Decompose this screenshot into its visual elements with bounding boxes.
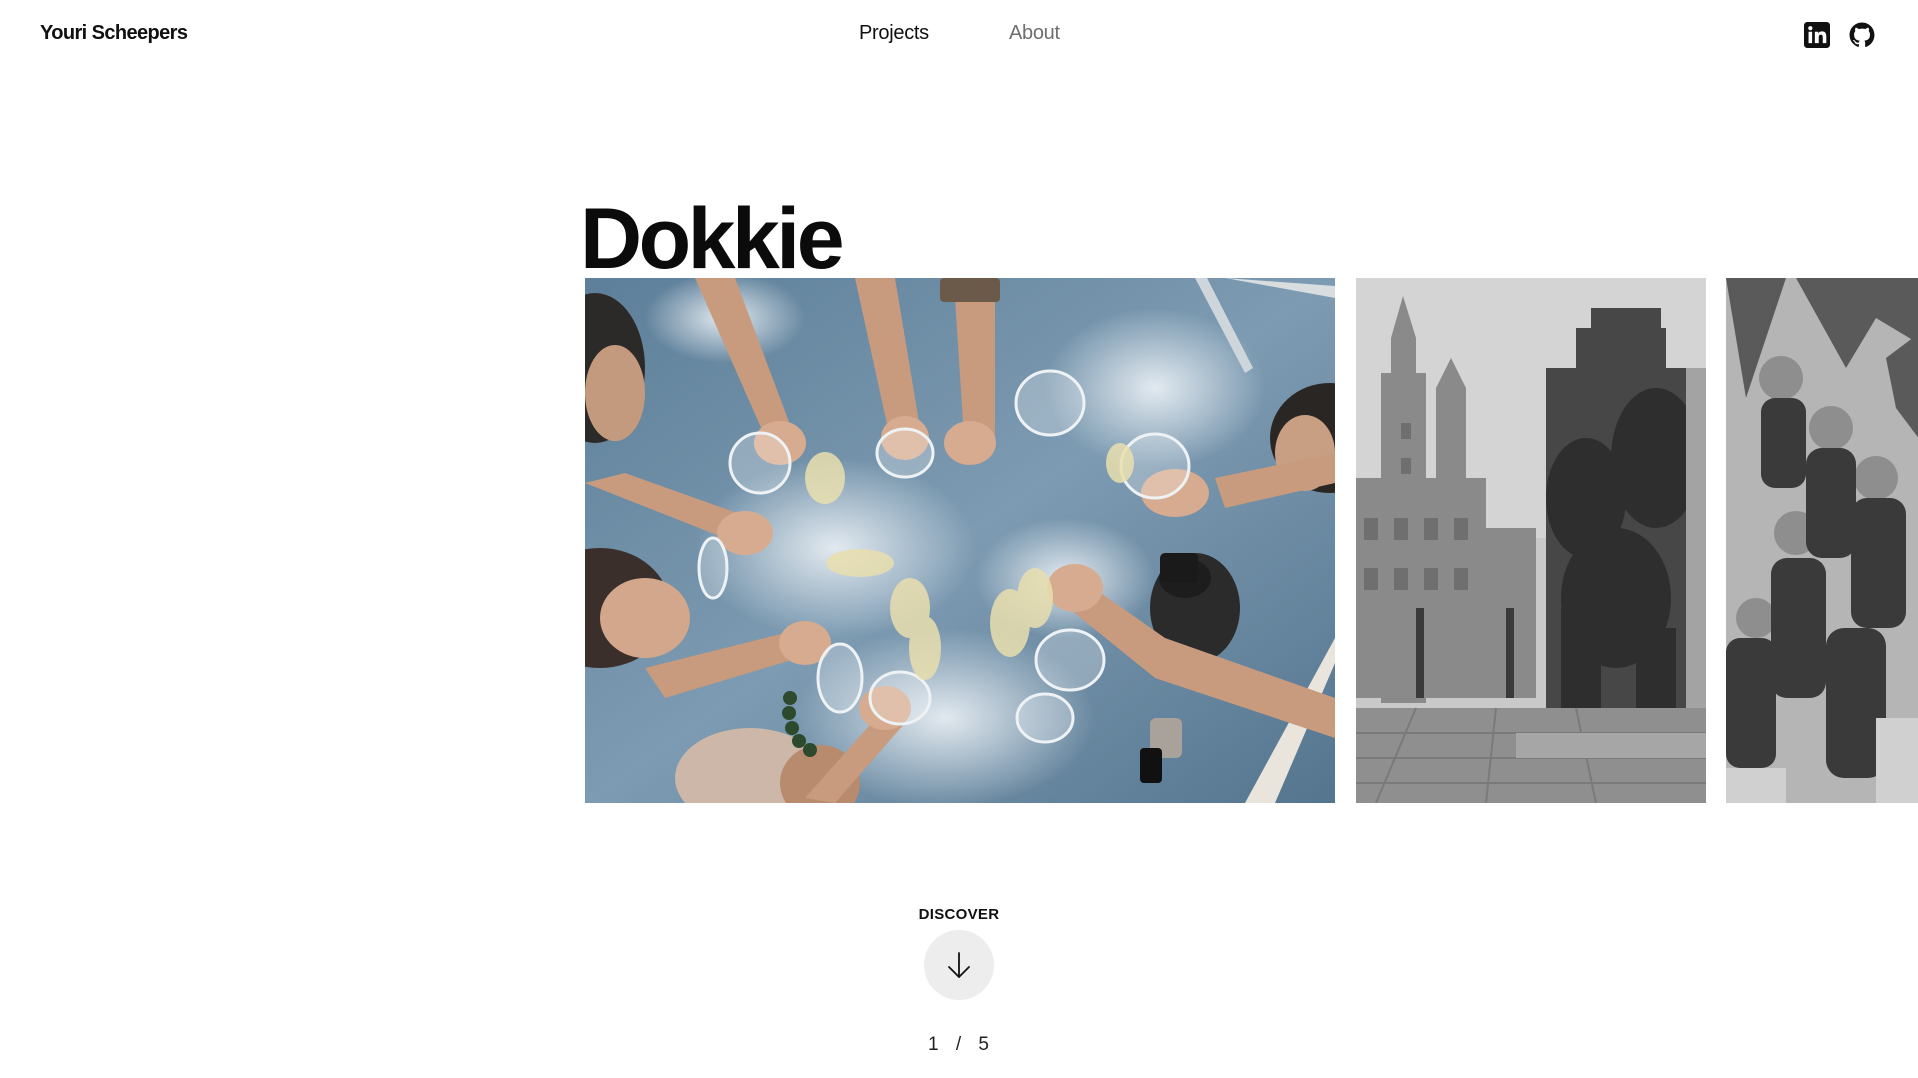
linkedin-icon[interactable]: [1804, 22, 1830, 48]
page: Youri Scheepers Projects About Dokkie DI…: [0, 0, 1918, 1078]
slide-pager: 1 / 5: [0, 1034, 1918, 1056]
pager-total: 5: [978, 1034, 990, 1055]
github-icon[interactable]: [1849, 22, 1875, 48]
social-links: [1804, 22, 1875, 48]
minecraft-castle-photo[interactable]: [1356, 278, 1706, 803]
main-nav: Projects About: [0, 22, 1918, 48]
discover-label: DISCOVER: [918, 906, 1000, 923]
project-title: Dokkie: [580, 191, 845, 287]
arrow-down-icon: [948, 952, 970, 978]
discover-button[interactable]: [924, 930, 994, 1000]
nav-link-projects[interactable]: Projects: [859, 22, 929, 45]
pager-current: 1: [928, 1034, 940, 1055]
pager-separator: /: [955, 1034, 963, 1055]
group-photo[interactable]: [1726, 278, 1918, 803]
toast-glasses-photo[interactable]: [585, 278, 1335, 803]
nav-link-about[interactable]: About: [1009, 22, 1060, 45]
